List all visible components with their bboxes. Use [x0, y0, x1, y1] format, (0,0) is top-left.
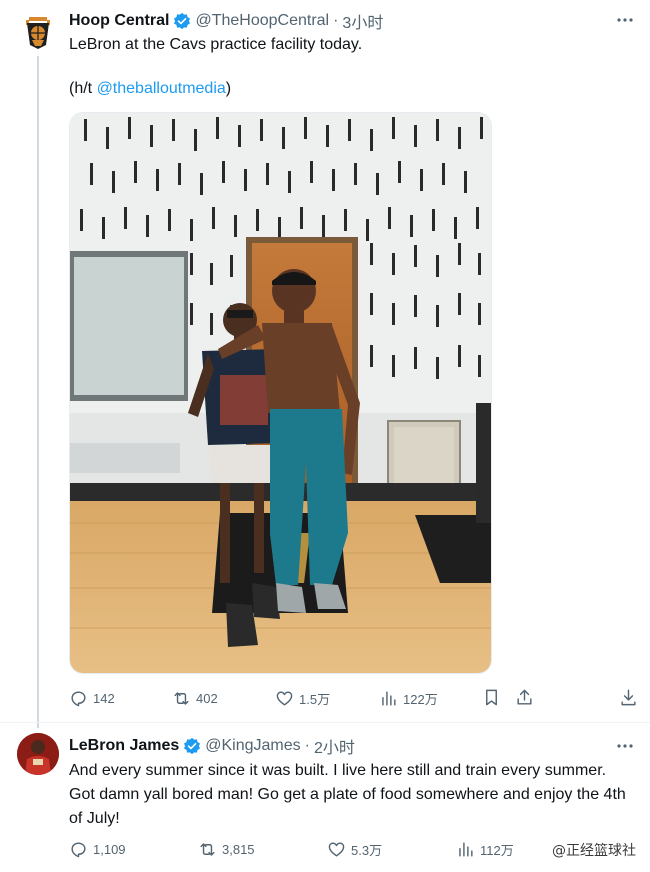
- more-icon[interactable]: [616, 12, 634, 28]
- tweet-actions: 1,109 3,815 5.3万 112万: [69, 838, 634, 860]
- repost-button[interactable]: 3,815: [198, 838, 255, 860]
- avatar-lebron-james[interactable]: [17, 733, 59, 775]
- views-button[interactable]: 112万: [456, 838, 514, 860]
- like-button[interactable]: 5.3万: [327, 838, 382, 860]
- reply-icon: [71, 841, 86, 857]
- reply-count: 1,109: [93, 841, 126, 857]
- header-separator: ·: [304, 737, 310, 754]
- author-handle[interactable]: @TheHoopCentral: [195, 12, 329, 30]
- avatar-hoop-central[interactable]: [17, 11, 59, 53]
- repost-icon: [174, 691, 189, 705]
- reply-icon: [71, 690, 86, 706]
- tweet-divider: [0, 722, 650, 723]
- like-icon: [328, 841, 345, 857]
- more-icon[interactable]: [616, 738, 634, 754]
- author-name[interactable]: LeBron James: [69, 737, 179, 755]
- views-icon: [382, 690, 396, 706]
- views-icon: [459, 841, 473, 857]
- tweet-timestamp[interactable]: 3小时: [342, 9, 383, 33]
- repost-count: 402: [196, 690, 218, 706]
- verified-badge-icon: [184, 737, 201, 755]
- reply-button[interactable]: 1,109: [69, 838, 126, 860]
- views-button[interactable]: 122万: [379, 687, 438, 709]
- reply-button[interactable]: 142: [69, 687, 115, 709]
- like-count: 5.3万: [351, 842, 383, 858]
- thread-line: [37, 56, 39, 728]
- tweet-header: LeBron James @KingJames · 2小时: [69, 735, 355, 757]
- tweet-text-line: LeBron at the Cavs practice facility tod…: [69, 36, 363, 53]
- author-name[interactable]: Hoop Central: [69, 12, 169, 30]
- tweet-hoop-central[interactable]: Hoop Central @TheHoopCentral · 3小时 LeBro…: [0, 0, 650, 728]
- tweet-header: Hoop Central @TheHoopCentral · 3小时: [69, 10, 383, 32]
- credit-suffix: ): [225, 80, 232, 97]
- verified-badge-icon: [174, 12, 191, 30]
- repost-icon: [200, 842, 215, 856]
- tweet-text-credit: (h/t @theballoutmedia): [69, 77, 362, 101]
- views-count: 112万: [480, 842, 514, 858]
- views-count: 122万: [403, 691, 438, 707]
- tweet-text: And every summer since it was built. I l…: [69, 762, 626, 827]
- watermark: @正经篮球社: [552, 843, 636, 859]
- tweet-photo[interactable]: [69, 112, 492, 674]
- share-icon[interactable]: [515, 688, 534, 707]
- tweet-actions: 142 402 1.5万 122万: [69, 687, 636, 709]
- author-handle[interactable]: @KingJames: [205, 737, 300, 755]
- mention-link[interactable]: @theballoutmedia: [97, 80, 226, 97]
- repost-count: 3,815: [222, 841, 255, 857]
- tweet-text: LeBron at the Cavs practice facility tod…: [69, 33, 362, 101]
- header-separator: ·: [333, 12, 339, 29]
- like-button[interactable]: 1.5万: [275, 687, 330, 709]
- reply-count: 142: [93, 690, 115, 706]
- repost-button[interactable]: 402: [172, 687, 218, 709]
- download-icon[interactable]: [619, 688, 638, 707]
- credit-prefix: (h/t: [69, 80, 97, 97]
- like-icon: [276, 690, 293, 706]
- bookmark-icon[interactable]: [482, 688, 501, 707]
- tweet-timestamp[interactable]: 2小时: [314, 734, 355, 758]
- like-count: 1.5万: [299, 691, 331, 707]
